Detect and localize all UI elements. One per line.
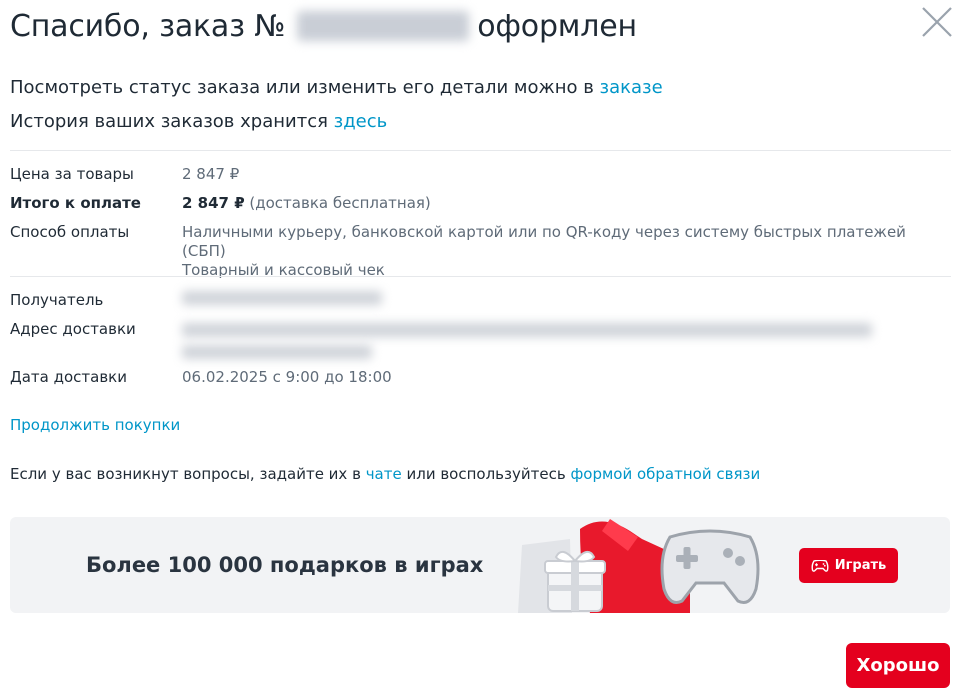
address-redacted [182, 345, 372, 359]
date-row: Дата доставки 06.02.2025 с 9:00 до 18:00 [10, 368, 951, 387]
questions-text-middle: или воспользуйтесь [401, 465, 571, 483]
questions-text-before: Если у вас возникнут вопросы, задайте их… [10, 465, 366, 483]
feedback-form-link[interactable]: формой обратной связи [570, 465, 760, 483]
close-icon [922, 7, 952, 37]
address-label: Адрес доставки [10, 320, 136, 338]
title-suffix: оформлен [477, 8, 637, 44]
delivery-note: (доставка бесплатная) [244, 194, 431, 212]
order-status-info: Посмотреть статус заказа или изменить ег… [10, 77, 663, 98]
play-button-label: Играть [834, 558, 887, 573]
order-number-redacted [297, 11, 470, 41]
address-redacted [182, 323, 872, 337]
header: Спасибо, заказ № оформлен [10, 4, 953, 48]
recipient-row: Получатель [10, 291, 951, 310]
receipt-value: Товарный и кассовый чек [182, 261, 385, 279]
order-history-text: История ваших заказов хранится [10, 111, 334, 132]
questions-text: Если у вас возникнут вопросы, задайте их… [10, 465, 760, 483]
banner-illustration [518, 519, 760, 613]
total-label: Итого к оплате [10, 194, 141, 212]
divider [10, 276, 951, 277]
price-label: Цена за товары [10, 165, 134, 183]
recipient-redacted [182, 291, 382, 305]
date-value: 06.02.2025 с 9:00 до 18:00 [182, 368, 392, 386]
order-status-text: Посмотреть статус заказа или изменить ег… [10, 77, 600, 98]
chat-link[interactable]: чате [366, 465, 402, 483]
payment-row: Способ оплаты Наличными курьеру, банковс… [10, 223, 951, 280]
continue-shopping-link[interactable]: Продолжить покупки [10, 416, 180, 434]
address-row: Адрес доставки [10, 320, 951, 359]
recipient-label: Получатель [10, 291, 104, 309]
page-title: Спасибо, заказ № оформлен [10, 9, 637, 44]
order-link[interactable]: заказе [600, 77, 663, 98]
payment-value: Наличными курьеру, банковской картой или… [182, 223, 906, 260]
order-history-info: История ваших заказов хранится здесь [10, 111, 387, 132]
games-banner[interactable]: Более 100 000 подарков в играх Играть [10, 517, 950, 613]
gamepad-icon [811, 559, 829, 572]
price-row: Цена за товары 2 847 ₽ [10, 165, 951, 184]
payment-label: Способ оплаты [10, 223, 130, 241]
price-value: 2 847 ₽ [182, 165, 240, 183]
total-value: 2 847 ₽ [182, 194, 245, 212]
divider [10, 150, 951, 151]
close-button[interactable] [917, 2, 957, 42]
total-row: Итого к оплате 2 847 ₽ (доставка бесплат… [10, 194, 951, 213]
date-label: Дата доставки [10, 368, 127, 386]
title-prefix: Спасибо, заказ № [10, 8, 286, 44]
order-history-link[interactable]: здесь [334, 111, 388, 132]
play-button[interactable]: Играть [799, 548, 898, 583]
banner-text: Более 100 000 подарков в играх [86, 553, 484, 577]
ok-button[interactable]: Хорошо [846, 643, 950, 688]
